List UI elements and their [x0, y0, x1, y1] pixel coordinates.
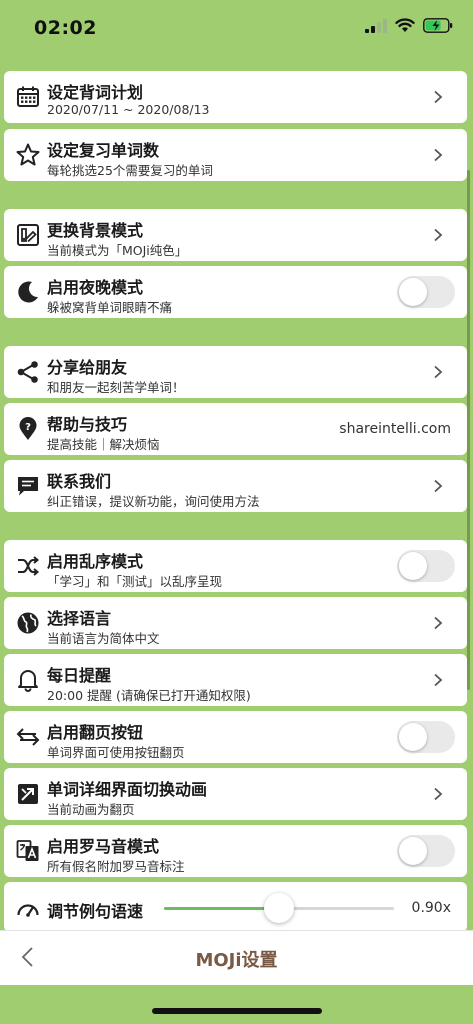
- help-link-text[interactable]: shareintelli.com: [339, 421, 451, 437]
- toggle-knob: [399, 552, 427, 580]
- swap-arrows-icon: [15, 724, 41, 750]
- speech-speed-slider[interactable]: [164, 893, 394, 923]
- toggle-knob: [399, 837, 427, 865]
- chevron-right-icon: [431, 148, 445, 162]
- chevron-right-icon: [431, 90, 445, 104]
- row-subtitle: 躲被窝背单词眼睛不痛: [47, 300, 173, 315]
- flip-button-row: 启用翻页按钮 单词界面可使用按钮翻页: [4, 711, 467, 763]
- row-title: 选择语言: [47, 609, 112, 628]
- row-title: 启用罗马音模式: [47, 837, 160, 856]
- flip-button-toggle[interactable]: [397, 721, 455, 753]
- shuffle-mode-row: 启用乱序模式 「学习」和「测试」以乱序呈现: [4, 540, 467, 592]
- bottom-navigation-bar: MOJi设置: [0, 930, 473, 985]
- speed-value: 0.90x: [411, 900, 451, 916]
- slider-thumb[interactable]: [264, 893, 294, 923]
- status-icons: [365, 18, 453, 33]
- row-title: 更换背景模式: [47, 221, 144, 240]
- share-row[interactable]: 分享给朋友 和朋友一起刻苦学单词！: [4, 346, 467, 398]
- romaji-mode-toggle[interactable]: [397, 835, 455, 867]
- slider-fill: [164, 907, 279, 910]
- help-tips-row[interactable]: ? 帮助与技巧 提高技能｜解决烦恼 shareintelli.com: [4, 403, 467, 455]
- row-subtitle: 当前动画为翻页: [47, 802, 135, 817]
- row-subtitle: 20:00 提醒 (请确保已打开通知权限): [47, 688, 251, 703]
- daily-reminder-row[interactable]: 每日提醒 20:00 提醒 (请确保已打开通知权限): [4, 654, 467, 706]
- speech-speed-row: 调节例句语速 0.90x: [4, 882, 467, 932]
- row-title: 设定复习单词数: [47, 141, 160, 160]
- set-plan-row[interactable]: 设定背词计划 2020/07/11 ~ 2020/08/13: [4, 71, 467, 123]
- row-subtitle: 「学习」和「测试」以乱序呈现: [47, 574, 223, 589]
- toggle-knob: [399, 723, 427, 751]
- night-mode-row: 启用夜晚模式 躲被窝背单词眼睛不痛: [4, 266, 467, 318]
- calendar-icon: [15, 84, 41, 110]
- home-indicator[interactable]: [152, 1008, 322, 1014]
- row-title: 设定背词计划: [47, 83, 144, 102]
- share-icon: [15, 359, 41, 385]
- row-subtitle: 单词界面可使用按钮翻页: [47, 745, 185, 760]
- select-language-row[interactable]: 选择语言 当前语言为简体中文: [4, 597, 467, 649]
- animation-icon: [15, 781, 41, 807]
- shuffle-mode-toggle[interactable]: [397, 550, 455, 582]
- chevron-right-icon: [431, 365, 445, 379]
- row-title: 启用乱序模式: [47, 552, 144, 571]
- bell-icon: [15, 667, 41, 693]
- contact-row[interactable]: 联系我们 纠正错误，提议新功能，询问使用方法: [4, 460, 467, 512]
- row-subtitle: 所有假名附加罗马音标注: [47, 859, 185, 874]
- row-title: 每日提醒: [47, 666, 112, 685]
- chevron-right-icon: [431, 479, 445, 493]
- change-background-row[interactable]: 更换背景模式 当前模式为「MOJi纯色」: [4, 209, 467, 261]
- svg-text:?: ?: [25, 422, 31, 433]
- toggle-knob: [399, 278, 427, 306]
- location-pin-question-icon: ?: [15, 416, 41, 442]
- translate-icon: [15, 838, 41, 864]
- chevron-right-icon: [431, 787, 445, 801]
- row-title: 分享给朋友: [47, 358, 128, 377]
- star-icon: [15, 142, 41, 168]
- row-subtitle: 当前语言为简体中文: [47, 631, 160, 646]
- row-subtitle: 2020/07/11 ~ 2020/08/13: [47, 102, 210, 117]
- speedometer-icon: [15, 896, 41, 922]
- chevron-right-icon: [431, 228, 445, 242]
- switch-animation-row[interactable]: 单词详细界面切换动画 当前动画为翻页: [4, 768, 467, 820]
- row-title: 联系我们: [47, 472, 112, 491]
- row-title: 启用翻页按钮: [47, 723, 144, 742]
- cellular-signal-icon: [365, 18, 387, 33]
- row-subtitle: 每轮挑选25个需要复习的单词: [47, 163, 213, 178]
- status-time: 02:02: [34, 17, 97, 39]
- row-title: 帮助与技巧: [47, 415, 128, 434]
- night-mode-toggle[interactable]: [397, 276, 455, 308]
- palette-icon: [15, 222, 41, 248]
- row-title: 启用夜晚模式: [47, 278, 144, 297]
- globe-icon: [15, 610, 41, 636]
- romaji-mode-row: 启用罗马音模式 所有假名附加罗马音标注: [4, 825, 467, 877]
- wifi-icon: [395, 18, 415, 32]
- battery-charging-icon: [423, 18, 453, 33]
- set-review-count-row[interactable]: 设定复习单词数 每轮挑选25个需要复习的单词: [4, 129, 467, 181]
- moon-icon: [15, 279, 41, 305]
- page-title: MOJi设置: [195, 950, 278, 971]
- row-title: 调节例句语速: [47, 902, 144, 921]
- chevron-right-icon: [431, 673, 445, 687]
- scroll-indicator[interactable]: [467, 170, 470, 690]
- status-bar: 02:02: [0, 0, 473, 60]
- row-subtitle: 提高技能｜解决烦恼: [47, 437, 160, 452]
- chevron-right-icon: [431, 616, 445, 630]
- row-title: 单词详细界面切换动画: [47, 780, 208, 799]
- chat-bubble-icon: [15, 473, 41, 499]
- row-subtitle: 纠正错误，提议新功能，询问使用方法: [47, 494, 260, 509]
- row-subtitle: 和朋友一起刻苦学单词！: [47, 380, 185, 395]
- row-subtitle: 当前模式为「MOJi纯色」: [47, 243, 188, 258]
- shuffle-icon: [15, 553, 41, 579]
